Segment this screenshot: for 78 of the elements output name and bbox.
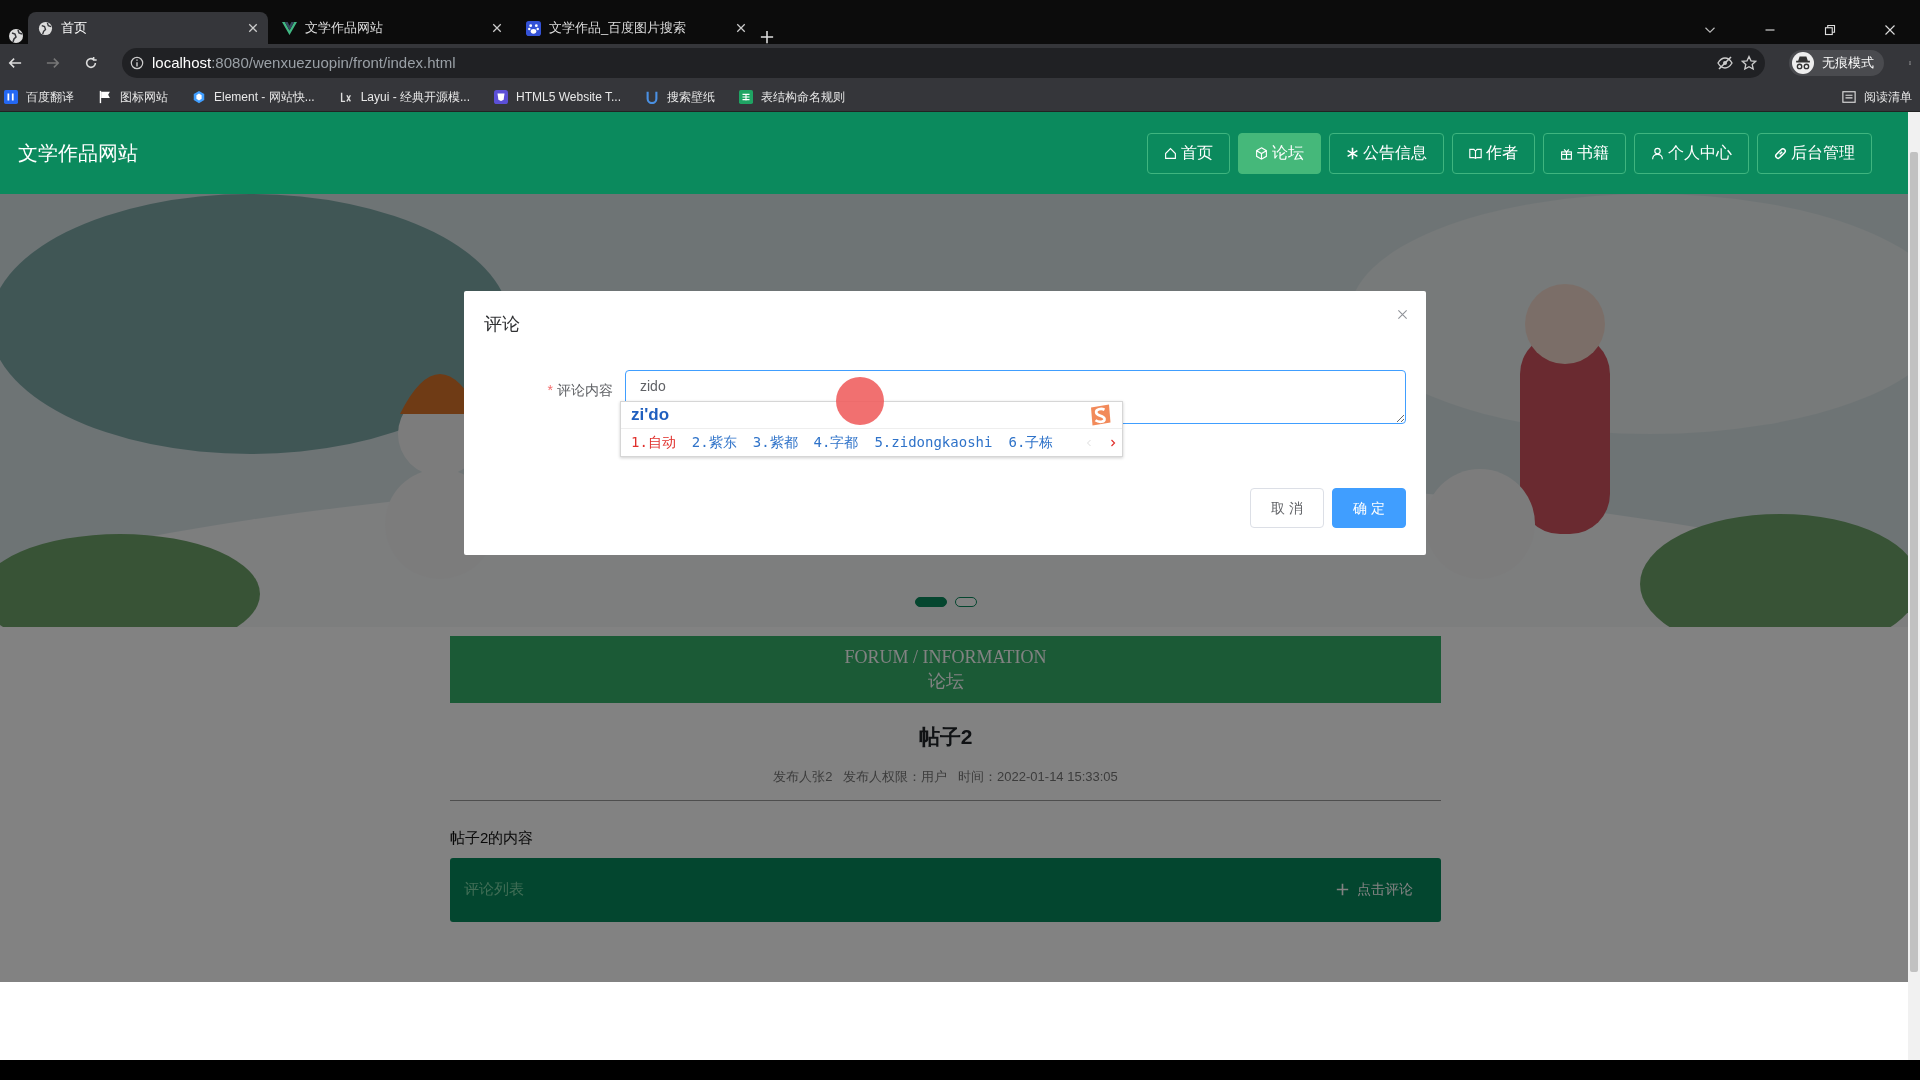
ime-candidate[interactable]: 4.字都 bbox=[813, 432, 859, 453]
close-icon[interactable] bbox=[736, 23, 746, 33]
post-title: 帖子2 bbox=[917, 724, 974, 750]
ime-candidate[interactable]: 2.紫东 bbox=[691, 432, 737, 453]
restore-icon[interactable] bbox=[1824, 24, 1836, 36]
ime-candidate[interactable]: 5.zidongkaoshi bbox=[874, 432, 993, 453]
translate-icon bbox=[4, 89, 18, 104]
post-meta: 发布人张2 发布人权限：用户 时间：2022-01-14 15:33:05 bbox=[772, 767, 1119, 786]
shield-icon bbox=[494, 89, 509, 104]
ime-candidate[interactable]: 6.子栋 bbox=[1008, 432, 1054, 453]
nav-button[interactable]: 后台管理 bbox=[1757, 132, 1872, 174]
bookmark-item[interactable]: 表结构命名规则 bbox=[739, 87, 845, 106]
book-icon bbox=[1469, 146, 1482, 160]
info-icon bbox=[130, 56, 144, 70]
paw-icon bbox=[526, 20, 541, 36]
section-title-en: FORUM / INFORMATION bbox=[843, 646, 1048, 670]
link-icon bbox=[1774, 146, 1787, 160]
back-arrow-icon[interactable] bbox=[8, 56, 22, 70]
incognito-icon bbox=[1792, 52, 1814, 74]
hexagon-icon bbox=[192, 89, 206, 104]
bookmark-item[interactable]: HTML5 Website T... bbox=[494, 87, 621, 106]
home-icon bbox=[1164, 146, 1177, 160]
snowflake-icon bbox=[1346, 146, 1359, 160]
carousel-indicator[interactable] bbox=[915, 597, 947, 607]
close-icon[interactable] bbox=[248, 23, 258, 33]
nav-button[interactable]: 个人中心 bbox=[1634, 132, 1749, 174]
bookmark-item[interactable]: Layui - 经典开源模... bbox=[338, 87, 471, 106]
ime-composition: zi'do bbox=[631, 404, 670, 427]
new-tab-icon[interactable] bbox=[760, 30, 774, 44]
flag-icon bbox=[98, 89, 112, 104]
plus-icon bbox=[1336, 883, 1349, 896]
reload-icon[interactable] bbox=[84, 56, 98, 70]
address-bar[interactable]: localhost:8080/wenxuezuopin/front/index.html bbox=[122, 48, 1765, 78]
gift-icon bbox=[1560, 146, 1573, 160]
close-icon[interactable] bbox=[1884, 24, 1896, 36]
scrollbar[interactable] bbox=[1908, 112, 1920, 1060]
reading-list-button[interactable]: 阅读清单 bbox=[1842, 87, 1916, 106]
user-icon bbox=[1651, 146, 1664, 160]
site-title: 文学作品网站 bbox=[18, 141, 138, 166]
eye-slash-icon[interactable] bbox=[1717, 55, 1733, 71]
incognito-profile-button[interactable]: 无痕模式 bbox=[1789, 50, 1884, 76]
close-icon[interactable] bbox=[492, 23, 502, 33]
field-label-text: 评论内容 bbox=[557, 382, 613, 398]
spreadsheet-icon bbox=[739, 89, 753, 104]
carousel-indicator[interactable] bbox=[955, 597, 977, 607]
globe-icon bbox=[38, 20, 53, 36]
ime-candidate[interactable]: 1.自动 bbox=[631, 432, 676, 453]
tab-title: 首页 bbox=[61, 19, 88, 38]
cube-icon bbox=[1255, 146, 1268, 160]
nav-button[interactable]: 书籍 bbox=[1543, 132, 1626, 174]
chevron-right-icon[interactable] bbox=[1109, 437, 1118, 448]
u-logo-icon bbox=[645, 89, 659, 104]
post-content: 帖子2的内容 bbox=[450, 828, 535, 848]
browser-tab[interactable]: 首页 bbox=[28, 12, 268, 44]
dialog-title: 评论 bbox=[484, 313, 520, 336]
close-icon bbox=[1397, 309, 1408, 320]
nav-button[interactable]: 公告信息 bbox=[1329, 132, 1444, 174]
comments-label: 评论列表 bbox=[464, 879, 524, 900]
bookmark-item[interactable]: 图标网站 bbox=[98, 87, 168, 106]
tab-title: 文学作品网站 bbox=[305, 19, 384, 38]
tab-title: 文学作品_百度图片搜索 bbox=[549, 19, 688, 38]
star-icon[interactable] bbox=[1741, 55, 1757, 71]
url-text: localhost:8080/wenxuezuopin/front/index.html bbox=[152, 52, 456, 73]
section-title-cn: 论坛 bbox=[926, 669, 965, 693]
nav-button[interactable]: 作者 bbox=[1452, 132, 1535, 174]
required-mark: * bbox=[547, 382, 553, 398]
bookmark-item[interactable]: 搜索壁纸 bbox=[645, 87, 715, 106]
ime-candidate[interactable]: 3.紫都 bbox=[752, 432, 798, 453]
bookmark-item[interactable]: Element - 网站快... bbox=[192, 87, 315, 106]
bookmark-item[interactable]: 百度翻译 bbox=[4, 87, 74, 106]
close-button[interactable] bbox=[1397, 309, 1408, 320]
forward-arrow-icon[interactable] bbox=[46, 56, 60, 70]
nav-button[interactable]: 首页 bbox=[1147, 132, 1230, 174]
list-icon bbox=[1842, 89, 1856, 104]
cancel-button[interactable]: 取 消 bbox=[1250, 488, 1325, 528]
browser-tab[interactable]: 文学作品网站 bbox=[272, 12, 512, 44]
v-logo-icon bbox=[282, 20, 297, 36]
browser-tab[interactable]: 文学作品_百度图片搜索 bbox=[516, 12, 756, 44]
